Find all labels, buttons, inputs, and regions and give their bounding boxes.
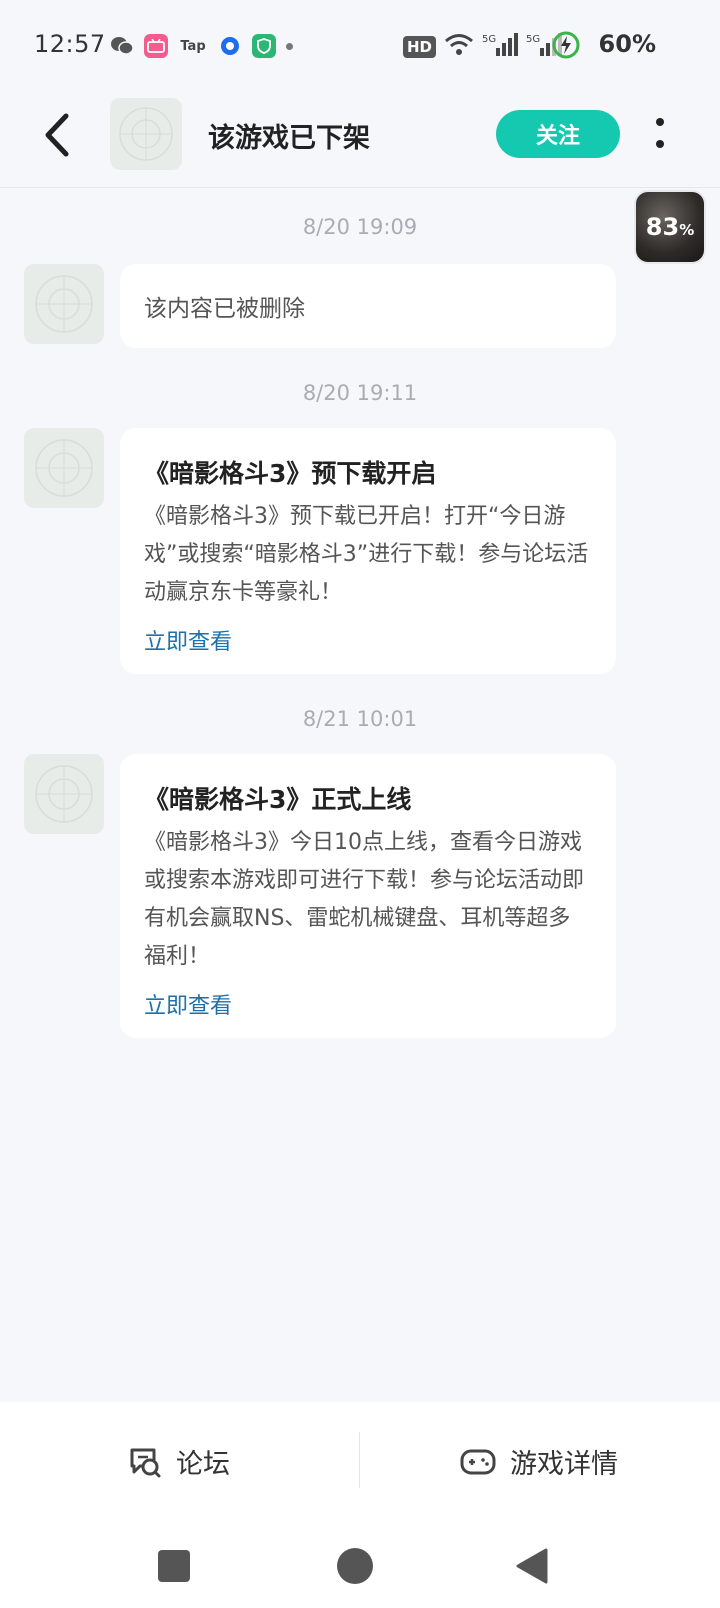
more-dot-icon [656, 118, 664, 126]
forum-tab-label: 论坛 [176, 1449, 230, 1480]
sender-avatar[interactable] [24, 754, 104, 834]
message-title: 《暗影格斗3》预下载开启 [144, 459, 437, 488]
placeholder-image-icon [119, 107, 173, 161]
page-title: 该游戏已下架 [208, 123, 370, 154]
message-timestamp: 8/20 19:09 [302, 215, 418, 239]
hd-voice-icon: HD [402, 36, 436, 58]
wifi-icon [444, 33, 474, 61]
message-body: 《暗影格斗3》今日10点上线，查看今日游戏或搜索本游戏即可进行下载！参与论坛活动… [144, 830, 585, 969]
status-time: 12:57 [34, 30, 106, 58]
chevron-left-icon [45, 113, 69, 157]
recent-apps-button[interactable] [158, 1550, 190, 1582]
svg-text:5G: 5G [526, 34, 540, 45]
message-title: 《暗影格斗3》正式上线 [144, 785, 412, 814]
message-bubble[interactable]: 《暗影格斗3》正式上线 《暗影格斗3》今日10点上线，查看今日游戏或搜索本游戏即… [120, 754, 616, 1038]
message-bubble[interactable]: 《暗影格斗3》预下载开启 《暗影格斗3》预下载已开启！打开“今日游戏”或搜索“暗… [120, 428, 616, 674]
message-timestamp: 8/20 19:11 [302, 381, 418, 405]
wechat-icon [110, 34, 134, 58]
triangle-back-icon [516, 1548, 548, 1584]
game-avatar[interactable] [110, 98, 182, 170]
game-details-tab-label: 游戏详情 [510, 1449, 618, 1480]
view-now-link[interactable]: 立即查看 [144, 624, 592, 656]
message-text: 该内容已被删除 [144, 296, 305, 322]
sender-avatar[interactable] [24, 264, 104, 344]
gamepad-icon [460, 1449, 496, 1474]
battery-percentage: 60% [598, 30, 656, 58]
back-button[interactable] [38, 110, 78, 160]
system-icons: HD 5G 5G [402, 32, 562, 62]
chat-header: 该游戏已下架 关注 [0, 92, 720, 188]
bilibili-icon [144, 34, 168, 58]
more-notifications-dot [286, 42, 293, 50]
more-options-button[interactable] [650, 114, 670, 154]
more-dot-icon [656, 140, 664, 148]
message-bubble: 该内容已被删除 [120, 264, 616, 348]
follow-button[interactable]: 关注 [496, 110, 620, 158]
notification-icons: Tap [110, 34, 293, 58]
taptap-icon: Tap [180, 38, 206, 54]
placeholder-image-icon [35, 439, 93, 497]
system-back-button[interactable] [514, 1548, 548, 1588]
forum-chat-icon [130, 1448, 161, 1477]
placeholder-image-icon [35, 275, 93, 333]
system-navigation-bar [0, 1522, 720, 1608]
bottom-action-bar: 论坛 游戏详情 [0, 1402, 720, 1522]
tab-divider [359, 1432, 360, 1488]
message-timestamp: 8/21 10:01 [302, 707, 418, 731]
home-button[interactable] [337, 1548, 373, 1584]
game-details-tab[interactable]: 游戏详情 [460, 1442, 618, 1481]
blue-app-icon [218, 34, 242, 58]
message-body: 《暗影格斗3》预下载已开启！打开“今日游戏”或搜索“暗影格斗3”进行下载！参与论… [144, 504, 589, 605]
view-now-link[interactable]: 立即查看 [144, 988, 592, 1020]
forum-tab[interactable]: 论坛 [128, 1442, 230, 1481]
signal-5g-icon: 5G [482, 32, 518, 62]
sender-avatar[interactable] [24, 428, 104, 508]
battery-charging-icon [552, 31, 580, 63]
svg-text:5G: 5G [482, 34, 496, 45]
status-bar: 12:57 Tap HD 5G 5G 60% [0, 0, 720, 92]
placeholder-image-icon [35, 765, 93, 823]
shield-app-icon [252, 34, 276, 58]
